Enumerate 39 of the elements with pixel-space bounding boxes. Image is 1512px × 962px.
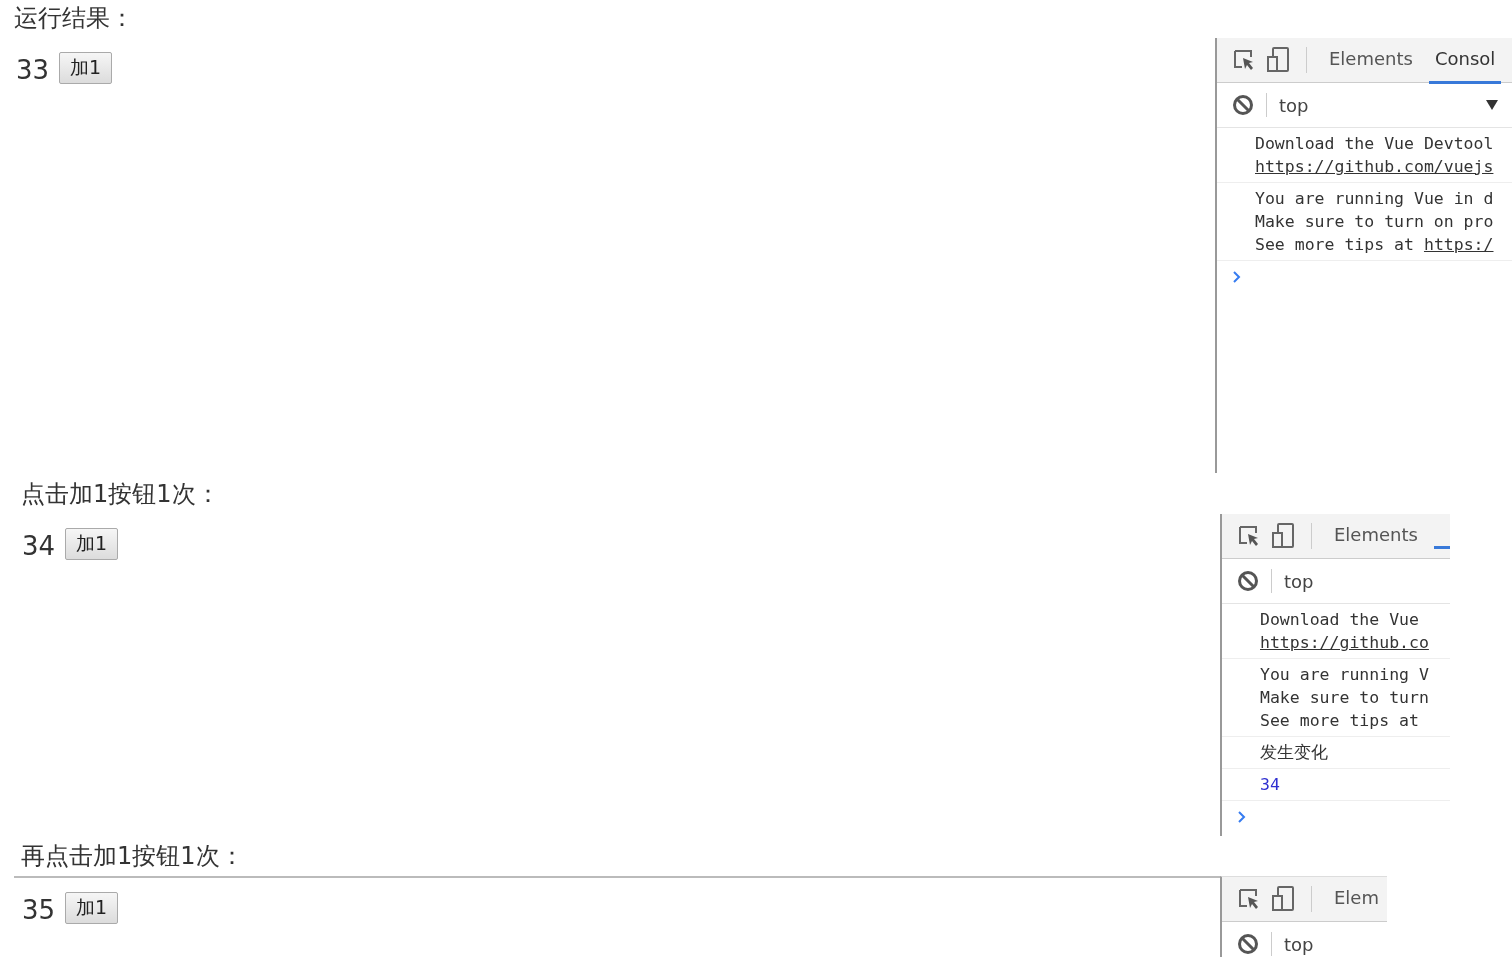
inspect-icon[interactable] (1237, 524, 1261, 548)
clear-console-icon[interactable] (1232, 94, 1254, 116)
caption: 再点击加1按钮1次： (20, 841, 245, 872)
console-link[interactable]: https://github.com/vuejs (1255, 155, 1494, 178)
inspect-icon[interactable] (1237, 887, 1261, 911)
dropdown-icon[interactable] (1486, 100, 1498, 110)
console-message: 34 (1260, 774, 1280, 796)
console-link[interactable]: https://github.co (1260, 631, 1429, 654)
console-message: Download the Vue Devtool (1255, 133, 1494, 155)
console-message: You are running V (1260, 664, 1429, 686)
console-message: 发生变化 (1260, 742, 1328, 764)
device-icon[interactable] (1271, 886, 1295, 912)
console-message: Make sure to turn on pro (1255, 211, 1494, 233)
increment-button[interactable]: 加1 (59, 52, 113, 84)
counter-value: 34 (22, 530, 56, 563)
counter-value: 33 (16, 54, 50, 87)
clear-console-icon[interactable] (1237, 570, 1259, 592)
console-message: You are running Vue in d (1255, 188, 1494, 210)
increment-button[interactable]: 加1 (65, 892, 119, 924)
caption: 点击加1按钮1次： (20, 479, 221, 510)
context-selector[interactable]: top (1279, 94, 1309, 116)
clear-console-icon[interactable] (1237, 933, 1259, 955)
devtools-tab[interactable]: Elements (1323, 38, 1419, 84)
counter-value: 35 (22, 894, 56, 927)
inspect-icon[interactable] (1232, 48, 1256, 72)
device-icon[interactable] (1271, 523, 1295, 549)
console-link[interactable]: https:/ (1423, 233, 1494, 256)
console-message: See more tips at (1260, 710, 1419, 732)
increment-button[interactable]: 加1 (65, 528, 119, 560)
prompt-chevron-icon (1238, 811, 1246, 823)
devtools-tab[interactable]: Consol (1428, 38, 1502, 84)
console-message: See more tips at (1255, 234, 1414, 256)
context-selector[interactable]: top (1284, 570, 1314, 592)
device-icon[interactable] (1266, 47, 1290, 73)
prompt-chevron-icon (1233, 271, 1241, 283)
context-selector[interactable]: top (1284, 933, 1314, 955)
caption: 运行结果： (13, 3, 135, 34)
console-message: Download the Vue (1260, 609, 1419, 631)
console-message: Make sure to turn (1260, 687, 1429, 709)
